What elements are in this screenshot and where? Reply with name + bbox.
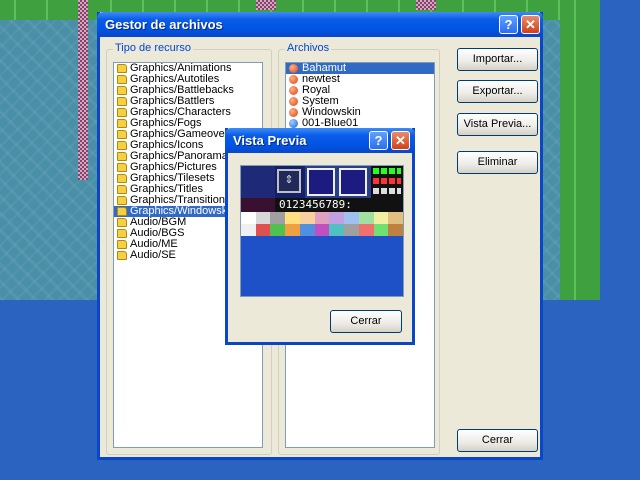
map-grass-right	[560, 0, 600, 300]
file-icon	[289, 86, 298, 95]
color-swatch	[299, 224, 315, 236]
preview-button[interactable]: Vista Previa...	[457, 113, 538, 136]
skin-pause-icons	[371, 166, 403, 198]
help-button[interactable]: ?	[499, 15, 518, 34]
color-swatch	[314, 212, 330, 224]
file-icon	[289, 97, 298, 106]
folder-icon	[117, 251, 127, 260]
preview-titlebar[interactable]: Vista Previa ? ✕	[225, 128, 415, 153]
preview-close-button[interactable]: Cerrar	[330, 310, 402, 333]
folder-icon	[117, 229, 127, 238]
folder-icon	[117, 207, 127, 216]
file-manager-title: Gestor de archivos	[105, 17, 223, 32]
color-swatch	[270, 224, 286, 236]
folder-icon	[117, 141, 127, 150]
color-swatch	[388, 224, 403, 236]
folder-icon	[117, 119, 127, 128]
skin-empty-area	[241, 236, 403, 296]
skin-frame-1	[307, 168, 335, 196]
color-swatch	[270, 212, 286, 224]
color-swatch	[255, 212, 271, 224]
color-swatch	[255, 224, 271, 236]
folder-icon	[117, 196, 127, 205]
preview-window: Vista Previa ? ✕ ⇕ 0123456789: Cerrar	[225, 128, 415, 345]
resource-type-label: Audio/SE	[130, 249, 176, 261]
skin-digits: 0123456789:	[275, 198, 403, 212]
color-swatch	[373, 224, 389, 236]
skin-color-row-2	[241, 224, 403, 236]
color-swatch	[299, 212, 315, 224]
file-manager-titlebar[interactable]: Gestor de archivos ? ✕	[97, 12, 543, 37]
close-window-button[interactable]: ✕	[521, 15, 540, 34]
folder-icon	[117, 240, 127, 249]
folder-icon	[117, 163, 127, 172]
map-rock-top-right	[416, 0, 436, 10]
file-icon	[289, 64, 298, 73]
folder-icon	[117, 97, 127, 106]
delete-button[interactable]: Eliminar	[457, 151, 538, 174]
skin-dark-block	[241, 198, 275, 212]
file-icon	[289, 108, 298, 117]
map-deep-sea-right	[600, 0, 640, 480]
import-button[interactable]: Importar...	[457, 48, 538, 71]
resource-type-label: Tipo de recurso	[113, 42, 194, 54]
color-swatch	[285, 212, 300, 224]
skin-arrow-icon: ⇕	[277, 169, 301, 193]
color-swatch	[314, 224, 330, 236]
main-close-button[interactable]: Cerrar	[457, 429, 538, 452]
skin-color-row-1	[241, 212, 403, 224]
folder-icon	[117, 174, 127, 183]
map-rock-top	[256, 0, 276, 10]
folder-icon	[117, 218, 127, 227]
folder-icon	[117, 75, 127, 84]
color-swatch	[241, 224, 256, 236]
color-swatch	[344, 212, 359, 224]
map-rock-left	[78, 0, 88, 180]
color-swatch	[358, 212, 374, 224]
export-button[interactable]: Exportar...	[457, 80, 538, 103]
color-swatch	[329, 212, 345, 224]
color-swatch	[344, 224, 359, 236]
file-icon	[289, 75, 298, 84]
preview-help-button[interactable]: ?	[369, 131, 388, 150]
folder-icon	[117, 108, 127, 117]
file-icon	[289, 119, 298, 128]
folder-icon	[117, 152, 127, 161]
windowskin-preview: ⇕ 0123456789:	[240, 165, 404, 297]
color-swatch	[388, 212, 403, 224]
folder-icon	[117, 130, 127, 139]
preview-close-x-button[interactable]: ✕	[391, 131, 410, 150]
color-swatch	[358, 224, 374, 236]
color-swatch	[329, 224, 345, 236]
color-swatch	[373, 212, 389, 224]
folder-icon	[117, 64, 127, 73]
preview-title: Vista Previa	[233, 133, 307, 148]
color-swatch	[285, 224, 300, 236]
skin-frame-2	[339, 168, 367, 196]
skin-background-tile	[241, 166, 275, 198]
folder-icon	[117, 185, 127, 194]
folder-icon	[117, 86, 127, 95]
color-swatch	[241, 212, 256, 224]
files-label: Archivos	[285, 42, 332, 54]
